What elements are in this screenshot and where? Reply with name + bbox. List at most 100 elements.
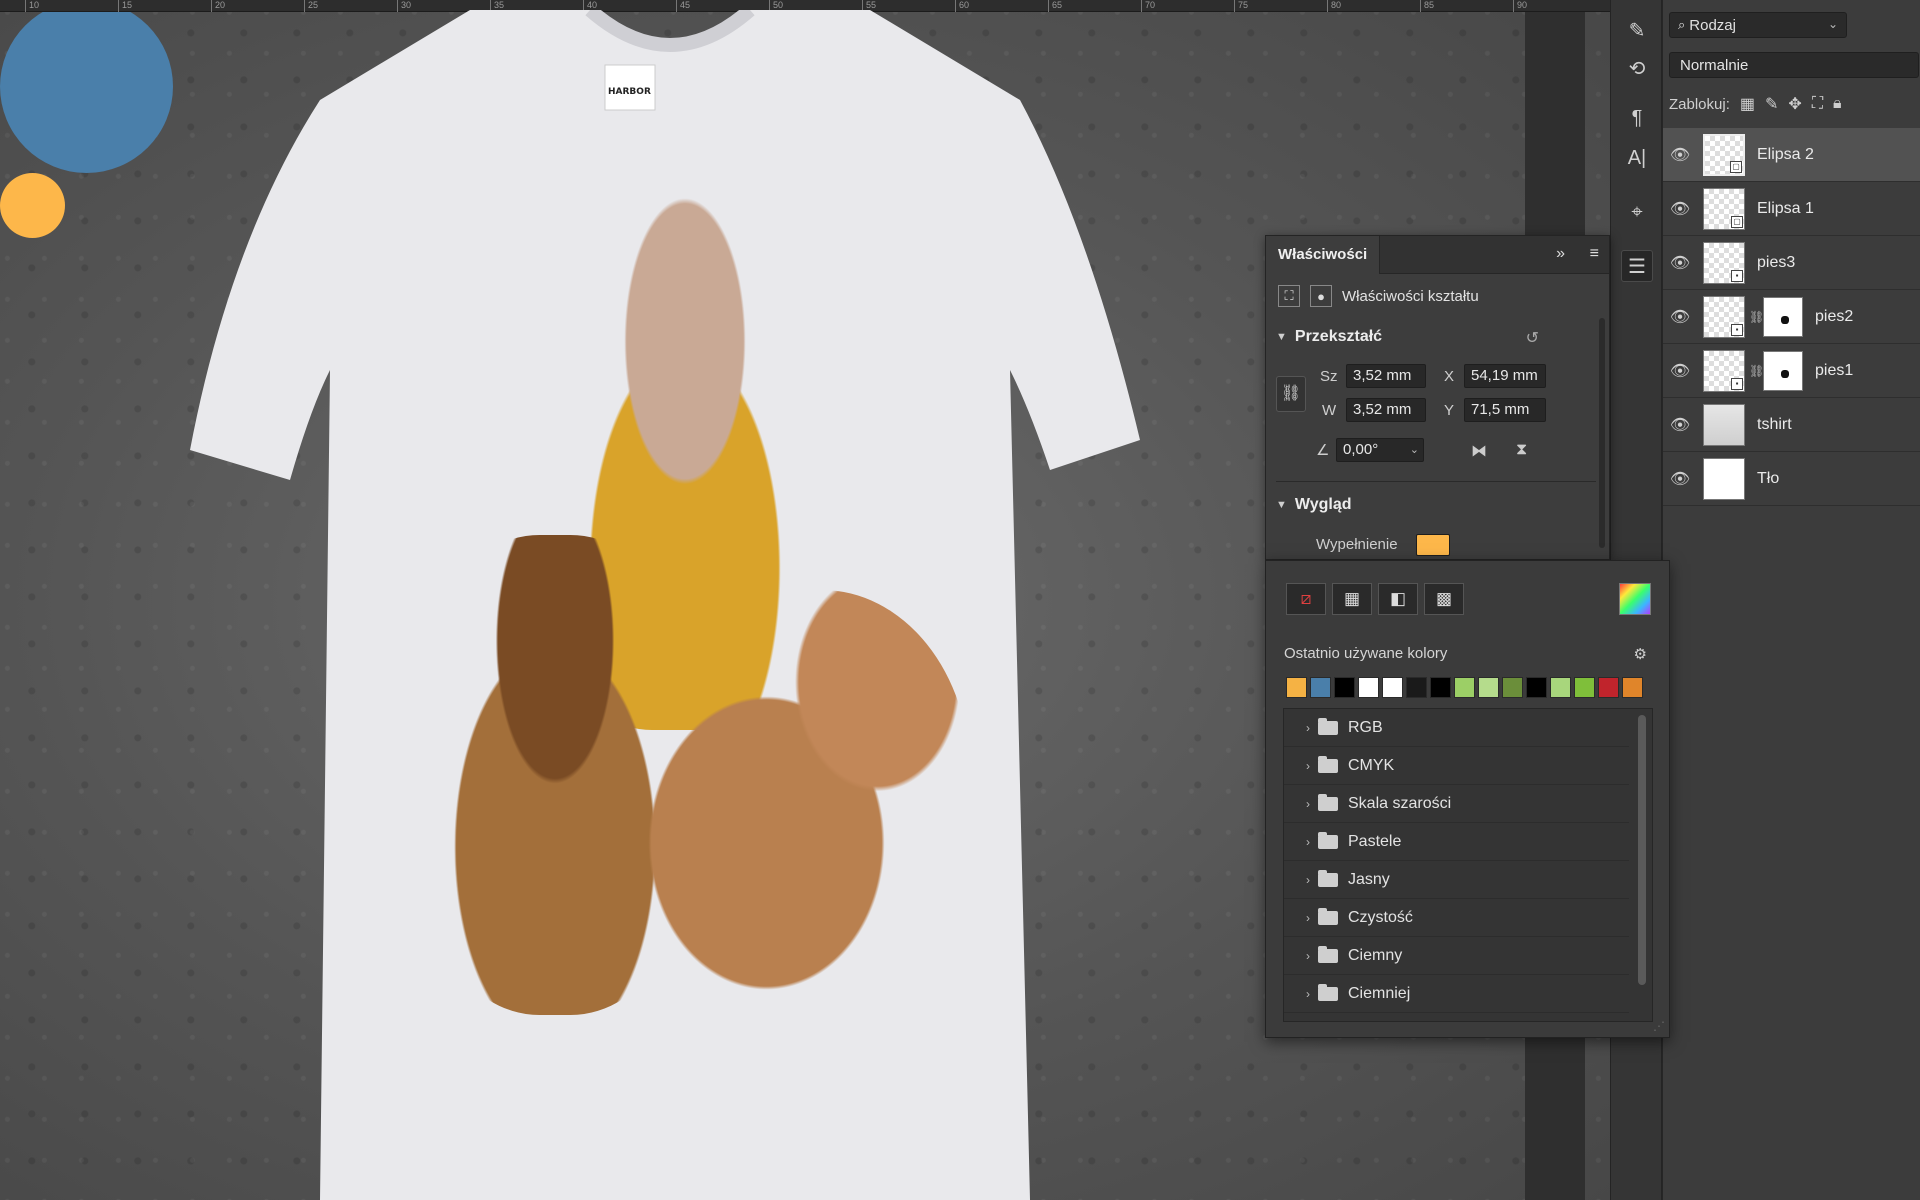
chevron-right-icon[interactable]: › xyxy=(1290,873,1310,887)
layer-thumbnail[interactable] xyxy=(1703,403,1745,446)
swatch-folder[interactable]: › Jasny xyxy=(1284,861,1629,899)
recent-color-swatch[interactable] xyxy=(1598,677,1619,698)
flip-horizontal-icon[interactable]: ⧓ xyxy=(1471,441,1487,461)
mask-icon[interactable]: ● xyxy=(1310,285,1332,307)
adjustments-icon[interactable]: ☰ xyxy=(1621,250,1653,282)
gradient-fill-button[interactable]: ◧ xyxy=(1378,583,1418,615)
recent-color-swatch[interactable] xyxy=(1286,677,1307,698)
recent-color-swatch[interactable] xyxy=(1574,677,1595,698)
visibility-eye-icon[interactable]: 👁︎ xyxy=(1663,199,1697,219)
height-input[interactable]: 3,52 mm xyxy=(1346,398,1426,422)
solid-fill-button[interactable]: ▦ xyxy=(1332,583,1372,615)
angle-input[interactable]: 0,00° ⌄ xyxy=(1336,438,1424,462)
panel-menu-icon[interactable]: ≡ xyxy=(1590,245,1599,263)
recent-color-swatch[interactable] xyxy=(1478,677,1499,698)
chevron-right-icon[interactable]: › xyxy=(1290,987,1310,1001)
swatch-folder[interactable]: › Skala szarości xyxy=(1284,785,1629,823)
link-dimensions-button[interactable]: ⛓ xyxy=(1276,376,1306,412)
layer-thumbnail[interactable]: ▢ xyxy=(1703,187,1745,230)
swatch-folder[interactable]: › Czystość xyxy=(1284,899,1629,937)
layer-row[interactable]: 👁︎ ▢ Elipsa 1 xyxy=(1663,182,1920,236)
chevron-right-icon[interactable]: › xyxy=(1290,797,1310,811)
x-input[interactable]: 54,19 mm xyxy=(1464,364,1546,388)
reset-icon[interactable]: ↺ xyxy=(1526,328,1539,348)
color-picker-button[interactable] xyxy=(1619,583,1651,615)
properties-scrollbar[interactable] xyxy=(1599,318,1605,548)
mask-link-icon[interactable]: ⛓ xyxy=(1749,364,1764,378)
recent-color-swatch[interactable] xyxy=(1334,677,1355,698)
fill-color-swatch[interactable] xyxy=(1416,534,1450,556)
no-fill-button[interactable]: ⧄ xyxy=(1286,583,1326,615)
resize-grip-icon[interactable]: ⋰ xyxy=(1653,1019,1665,1033)
brush-icon[interactable]: ✎ xyxy=(1621,14,1653,46)
layer-thumbnail[interactable]: ▪ xyxy=(1703,295,1745,338)
swatch-folder[interactable]: › Ciemniej xyxy=(1284,975,1629,1013)
layer-thumbnail[interactable]: ▢ xyxy=(1703,133,1745,176)
paragraph-icon[interactable]: ¶ xyxy=(1621,102,1653,134)
collapse-panel-icon[interactable]: » xyxy=(1556,245,1565,263)
visibility-eye-icon[interactable]: 👁︎ xyxy=(1663,361,1697,381)
path-selection-icon[interactable]: ⌖ xyxy=(1621,196,1653,228)
recent-color-swatch[interactable] xyxy=(1454,677,1475,698)
width-input[interactable]: 3,52 mm xyxy=(1346,364,1426,388)
chevron-down-icon[interactable]: ⌄ xyxy=(1410,439,1419,461)
history-brush-icon[interactable]: ⟲ xyxy=(1621,52,1653,84)
lock-position-icon[interactable]: ✥ xyxy=(1788,94,1801,114)
live-shape-icon[interactable]: ⛶ xyxy=(1278,285,1300,307)
lock-artboard-icon[interactable]: ⛶ xyxy=(1812,95,1823,113)
chevron-right-icon[interactable]: › xyxy=(1290,911,1310,925)
recent-color-swatch[interactable] xyxy=(1526,677,1547,698)
layer-thumbnail[interactable] xyxy=(1703,457,1745,500)
visibility-eye-icon[interactable]: 👁︎ xyxy=(1663,415,1697,435)
recent-color-swatch[interactable] xyxy=(1622,677,1643,698)
recent-color-swatch[interactable] xyxy=(1502,677,1523,698)
layer-row[interactable]: 👁︎ ▪ ⛓ pies1 xyxy=(1663,344,1920,398)
chevron-right-icon[interactable]: › xyxy=(1290,759,1310,773)
lock-pixels-icon[interactable]: ✎ xyxy=(1765,94,1778,114)
swatch-folder[interactable]: › CMYK xyxy=(1284,747,1629,785)
appearance-section-header[interactable]: ▼ Wygląd xyxy=(1276,496,1352,514)
recent-color-swatch[interactable] xyxy=(1358,677,1379,698)
folder-list-scrollbar[interactable] xyxy=(1638,715,1646,985)
recent-color-swatch[interactable] xyxy=(1406,677,1427,698)
visibility-eye-icon[interactable]: 👁︎ xyxy=(1663,145,1697,165)
ellipse-2-shape[interactable] xyxy=(0,173,65,238)
layer-row[interactable]: 👁︎ tshirt xyxy=(1663,398,1920,452)
swatch-folder[interactable]: › RGB xyxy=(1284,709,1629,747)
recent-colors-row xyxy=(1286,677,1643,698)
recent-color-swatch[interactable] xyxy=(1550,677,1571,698)
ellipse-1-shape[interactable] xyxy=(0,0,173,173)
visibility-eye-icon[interactable]: 👁︎ xyxy=(1663,253,1697,273)
gear-icon[interactable]: ⚙︎ xyxy=(1634,645,1647,663)
chevron-right-icon[interactable]: › xyxy=(1290,835,1310,849)
pattern-fill-button[interactable]: ▩ xyxy=(1424,583,1464,615)
transform-section-header[interactable]: ▼ Przekształć xyxy=(1276,328,1382,346)
lock-transparency-icon[interactable]: ▦ xyxy=(1740,94,1755,114)
chevron-right-icon[interactable]: › xyxy=(1290,721,1310,735)
layer-name: Tło xyxy=(1757,469,1780,487)
swatch-folder[interactable]: › Ciemny xyxy=(1284,937,1629,975)
swatch-folder[interactable]: › Pastele xyxy=(1284,823,1629,861)
flip-vertical-icon[interactable]: ⧗ xyxy=(1516,441,1527,459)
recent-color-swatch[interactable] xyxy=(1382,677,1403,698)
layer-thumbnail[interactable]: ▪ xyxy=(1703,241,1745,284)
layer-row[interactable]: 👁︎ ▪ pies3 xyxy=(1663,236,1920,290)
layer-row[interactable]: 👁︎ ▪ ⛓ pies2 xyxy=(1663,290,1920,344)
chevron-right-icon[interactable]: › xyxy=(1290,949,1310,963)
tab-properties[interactable]: Właściwości xyxy=(1266,236,1381,274)
layer-filter-dropdown[interactable]: ⌕ Rodzaj ⌄ xyxy=(1669,12,1847,38)
layer-row[interactable]: 👁︎ ▢ Elipsa 2 xyxy=(1663,128,1920,182)
layer-mask-thumbnail[interactable] xyxy=(1763,350,1803,391)
mask-link-icon[interactable]: ⛓ xyxy=(1749,310,1764,324)
visibility-eye-icon[interactable]: 👁︎ xyxy=(1663,307,1697,327)
layer-mask-thumbnail[interactable] xyxy=(1763,296,1803,337)
y-input[interactable]: 71,5 mm xyxy=(1464,398,1546,422)
blend-mode-dropdown[interactable]: Normalnie xyxy=(1669,52,1919,78)
recent-color-swatch[interactable] xyxy=(1430,677,1451,698)
layer-thumbnail[interactable]: ▪ xyxy=(1703,349,1745,392)
lock-all-icon[interactable]: 🔒︎ xyxy=(1833,95,1842,113)
visibility-eye-icon[interactable]: 👁︎ xyxy=(1663,469,1697,489)
character-icon[interactable]: A| xyxy=(1621,142,1653,174)
layer-row[interactable]: 👁︎ Tło xyxy=(1663,452,1920,506)
recent-color-swatch[interactable] xyxy=(1310,677,1331,698)
